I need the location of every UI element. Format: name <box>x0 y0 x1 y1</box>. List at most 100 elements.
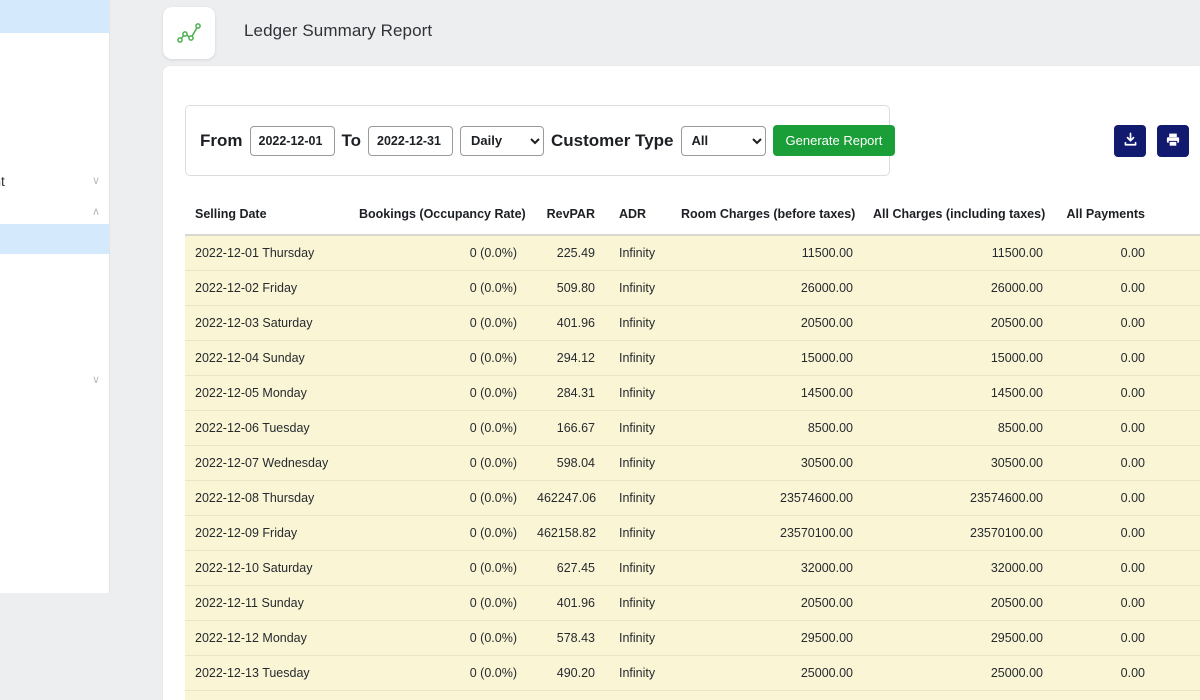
table-cell: 294.12 <box>527 340 605 376</box>
table-cell: 578.43 <box>527 620 605 656</box>
table-cell: 2022-12-03 Saturday <box>185 305 349 341</box>
table-row[interactable]: 2022-12-01 Thursday 0 (0.0%) 225.49 Infinit… <box>185 235 1200 271</box>
print-button[interactable] <box>1157 125 1189 157</box>
table-row[interactable]: 2022-12-10 Saturday 0 (0.0%) 627.45 Infinit… <box>185 550 1200 586</box>
table-cell: 23570100.00 <box>671 515 863 551</box>
table-cell: 29500.00 <box>1155 620 1200 656</box>
table-header-row: Selling Date Bookings (Occupancy Rate) Rev… <box>185 197 1200 236</box>
customer-type-select[interactable]: AllIndividualCorporateAgent <box>680 125 766 156</box>
table-cell: 0.00 <box>1053 305 1155 341</box>
table-cell: 2022-12-06 Tuesday <box>185 410 349 446</box>
table-cell: 2022-12-08 Thursday <box>185 480 349 516</box>
table-cell: 15000.00 <box>1155 340 1200 376</box>
report-table: Selling Date Bookings (Occupancy Rate) Rev… <box>185 197 1200 700</box>
column-header[interactable]: All Charges (including taxes) <box>863 197 1053 236</box>
table-cell: 23570100.00 <box>1155 515 1200 551</box>
table-cell: 0.00 <box>1053 480 1155 516</box>
table-cell: 14500.00 <box>863 375 1053 411</box>
generate-report-button[interactable]: Generate Report <box>772 125 896 156</box>
table-row[interactable]: 2022-12-07 Wednesday 0 (0.0%) 598.04 Infini… <box>185 445 1200 481</box>
column-header[interactable]: Bookings (Occupancy Rate) <box>349 197 527 236</box>
table-cell: 11500.00 <box>863 235 1053 271</box>
table-cell: 2022-12-05 Monday <box>185 375 349 411</box>
table-cell: 30500.00 <box>863 445 1053 481</box>
table-row[interactable]: 2022-12-09 Friday 0 (0.0%) 462158.82 Infini… <box>185 515 1200 551</box>
table-cell: Infinity <box>605 270 671 306</box>
chevron-up-icon[interactable]: ∧ <box>92 205 100 218</box>
table-cell: 32000.00 <box>863 550 1053 586</box>
column-header[interactable]: Selling Date <box>185 197 349 236</box>
report-filter-bar: From To DailyWeeklyMonthlyYearly Custome… <box>185 105 896 176</box>
table-cell: 11500.00 <box>671 235 863 271</box>
table-cell: 14500.00 <box>671 375 863 411</box>
table-cell: 0.00 <box>1053 655 1155 691</box>
table-cell: 8500.00 <box>863 410 1053 446</box>
table-cell: 0.00 <box>1053 235 1155 271</box>
table-cell: 2022-12-12 Monday <box>185 620 349 656</box>
table-cell: 32000.00 <box>671 550 863 586</box>
table-cell: 29500.00 <box>671 620 863 656</box>
sidebar-item-dashboard[interactable]: Dashboard <box>0 0 109 33</box>
chevron-down-icon[interactable]: ∨ <box>92 176 100 187</box>
table-cell: 0.00 <box>1053 410 1155 446</box>
table-cell: 23574600.00 <box>671 480 863 516</box>
table-cell: 14500.00 <box>1155 375 1200 411</box>
table-cell: Infinity <box>605 655 671 691</box>
column-header[interactable]: All Payments <box>1053 197 1155 236</box>
sidebar-subitem-selected[interactable] <box>0 224 109 254</box>
download-button[interactable] <box>1114 125 1146 157</box>
table-row[interactable]: 2022-12-03 Saturday 0 (0.0%) 401.96 Infinit… <box>185 305 1200 341</box>
table-row[interactable]: 2022-12-06 Tuesday 0 (0.0%) 166.67 Infinity… <box>185 410 1200 446</box>
table-cell: 20500.00 <box>1155 585 1200 621</box>
table-cell: 0.00 <box>1053 585 1155 621</box>
column-header[interactable]: ADR <box>605 197 671 236</box>
table-cell: 0 (0.0%) <box>349 340 527 376</box>
column-header[interactable]: Balance <box>1155 197 1200 236</box>
sidebar-collapse-row[interactable]: ∧ <box>0 198 109 224</box>
column-header[interactable]: RevPAR <box>527 197 605 236</box>
table-cell: 598.04 <box>527 445 605 481</box>
from-date-input[interactable] <box>249 125 335 156</box>
sidebar-item-label: Management <box>0 174 5 189</box>
table-row[interactable]: 2022-12-04 Sunday 0 (0.0%) 294.12 Infinity 1… <box>185 340 1200 376</box>
to-label: To <box>341 130 362 150</box>
table-body: 2022-12-01 Thursday 0 (0.0%) 225.49 Infinit… <box>185 235 1200 700</box>
sidebar-item-filters[interactable]: Filters <box>0 66 109 99</box>
table-cell: 2022-12-09 Friday <box>185 515 349 551</box>
period-select[interactable]: DailyWeeklyMonthlyYearly <box>460 125 545 156</box>
sidebar-item-booking[interactable]: Booking <box>0 132 109 165</box>
table-cell: 0 (0.0%) <box>349 305 527 341</box>
table-cell: Infinity <box>605 375 671 411</box>
page-title: Ledger Summary Report <box>244 21 433 40</box>
table-row[interactable]: 2022-12-11 Sunday 0 (0.0%) 401.96 Infinity 2… <box>185 585 1200 621</box>
table-cell: Infinity <box>605 550 671 586</box>
table-cell: 2022-12-10 Saturday <box>185 550 349 586</box>
table-row[interactable]: 2022-12-12 Monday 0 (0.0%) 578.43 Infinity 2… <box>185 620 1200 656</box>
to-date-input[interactable] <box>368 125 454 156</box>
table-cell: 20500.00 <box>863 305 1053 341</box>
table-cell: 0.00 <box>1053 550 1155 586</box>
table-row[interactable]: 2022-12-08 Thursday 0 (0.0%) 462247.06 Infi… <box>185 480 1200 516</box>
sidebar-item-management[interactable]: Management ∨ <box>0 165 109 198</box>
table-cell: 2022-12-13 Tuesday <box>185 655 349 691</box>
table-cell: 30500.00 <box>671 445 863 481</box>
table-cell: Infinity <box>605 480 671 516</box>
table-row[interactable]: 2022-12-02 Friday 0 (0.0%) 509.80 Infinity 2… <box>185 270 1200 306</box>
table-row[interactable]: 2022-12-05 Monday 0 (0.0%) 284.31 Infinity 1… <box>185 375 1200 411</box>
page-header: Ledger Summary Report <box>110 0 1200 66</box>
column-header[interactable]: Room Charges (before taxes) <box>671 197 863 236</box>
table-head: Selling Date Bookings (Occupancy Rate) Rev… <box>185 197 1200 236</box>
sidebar-expand-row[interactable]: ∨ <box>0 366 109 392</box>
table-cell: 462247.06 <box>527 480 605 516</box>
table-cell: 15000.00 <box>671 340 863 376</box>
chevron-down-icon[interactable]: ∨ <box>92 373 100 386</box>
table-row[interactable]: 2022-12-13 Tuesday 0 (0.0%) 490.20 Infinity… <box>185 655 1200 691</box>
sidebar-item-orders[interactable]: Orders <box>0 33 109 66</box>
table-cell: 2022-12-01 Thursday <box>185 235 349 271</box>
table-row[interactable]: 2022-12-14 Wednesday0 (0.0%)539.22Infini… <box>185 690 1200 700</box>
table-cell: Infinity <box>605 445 671 481</box>
table-cell: 8500.00 <box>1155 410 1200 446</box>
table-cell: 2022-12-07 Wednesday <box>185 445 349 481</box>
sidebar-item-calendar[interactable]: Calendar <box>0 99 109 132</box>
